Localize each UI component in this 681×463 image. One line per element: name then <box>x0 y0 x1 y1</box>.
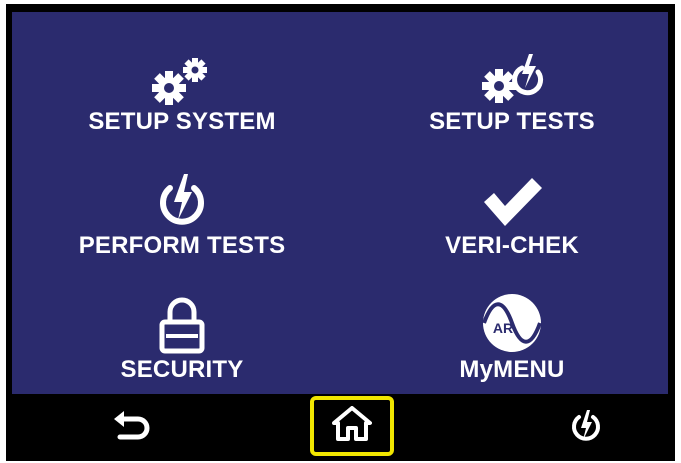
setup-tests-label: SETUP TESTS <box>429 108 595 135</box>
ar-logo-icon: AR <box>481 292 543 354</box>
security-label: SECURITY <box>120 356 244 383</box>
mymenu-label: MyMENU <box>459 356 565 383</box>
checkmark-icon <box>480 168 544 230</box>
setup-tests-button[interactable]: SETUP TESTS <box>402 44 622 136</box>
padlock-icon <box>157 292 207 354</box>
bottom-nav-bar <box>6 394 675 461</box>
perform-tests-label: PERFORM TESTS <box>78 232 286 259</box>
main-menu-screen: SETUP SYSTEM SETUP TESTS PERFORM TESTS V… <box>12 12 668 394</box>
power-bolt-icon <box>152 168 212 230</box>
setup-system-button[interactable]: SETUP SYSTEM <box>62 44 302 136</box>
perform-tests-nav-button[interactable] <box>556 404 616 454</box>
home-icon <box>332 405 372 447</box>
power-bolt-icon <box>568 409 604 450</box>
gear-power-icon <box>477 44 547 106</box>
perform-tests-button[interactable]: PERFORM TESTS <box>52 168 312 260</box>
mymenu-button[interactable]: AR MyMENU <box>412 292 612 384</box>
security-button[interactable]: SECURITY <box>82 292 282 384</box>
mymenu-logo-text: AR <box>493 320 513 336</box>
back-button[interactable] <box>102 404 162 454</box>
back-arrow-icon <box>112 410 152 448</box>
home-button[interactable] <box>310 396 394 456</box>
gears-icon <box>147 44 217 106</box>
veri-chek-label: VERI-CHEK <box>445 232 579 259</box>
veri-chek-button[interactable]: VERI-CHEK <box>402 168 622 260</box>
setup-system-label: SETUP SYSTEM <box>88 108 276 135</box>
